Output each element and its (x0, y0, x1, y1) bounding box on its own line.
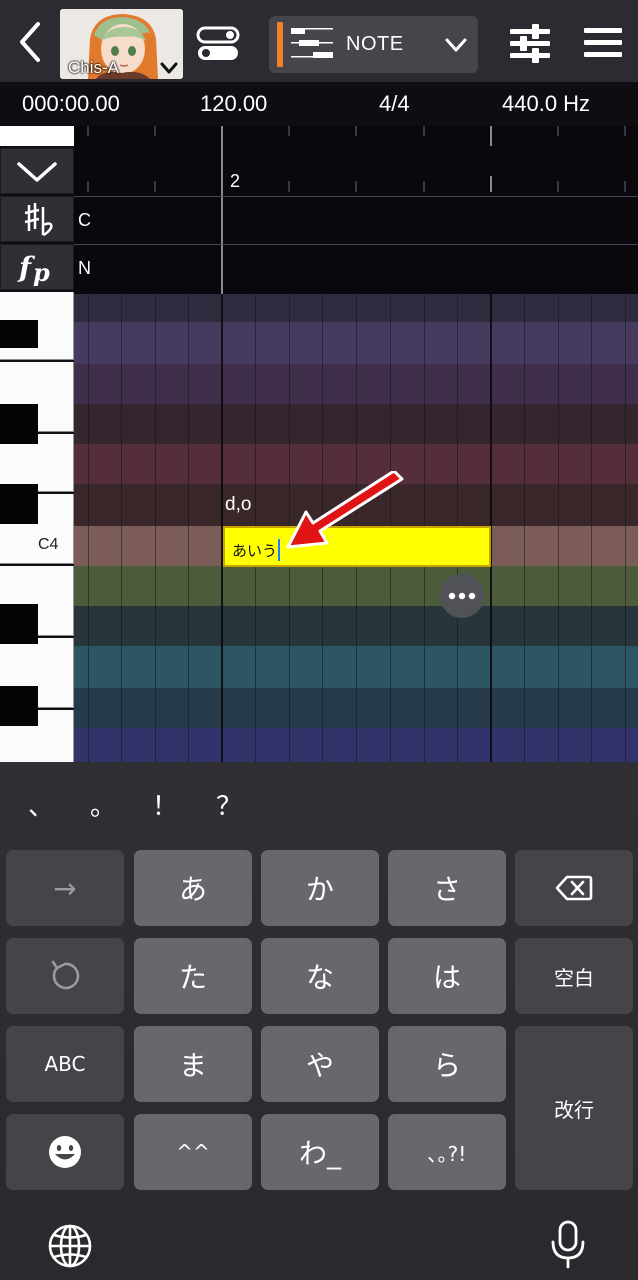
grid-line (88, 294, 89, 762)
backspace-key[interactable] (515, 850, 633, 926)
note-mode-icon (291, 28, 333, 58)
tempo-value[interactable]: 120.00 (200, 91, 267, 117)
abc-mode-key[interactable]: ABC (6, 1026, 124, 1102)
mode-label: NOTE (346, 33, 404, 55)
ruler (74, 126, 638, 294)
key-kaomoji[interactable]: ^^ (134, 1114, 252, 1190)
emoji-icon (49, 1136, 81, 1168)
chevron-down-icon (160, 62, 178, 74)
key-ra[interactable]: ら (388, 1026, 506, 1102)
key-ta[interactable]: た (134, 938, 252, 1014)
dynamics-row-value[interactable]: N (78, 258, 91, 279)
chevron-down-icon (445, 38, 467, 52)
candidate-comma[interactable]: 、 (28, 786, 54, 823)
key-row-value[interactable]: C (78, 210, 91, 231)
voicebank-name: Chis-A (68, 58, 120, 77)
chevron-down-icon (17, 162, 57, 182)
measure-number: 2 (230, 171, 241, 191)
key-na[interactable]: な (261, 938, 379, 1014)
pitch-reference[interactable]: 440.0 Hz (502, 91, 590, 117)
piano-black-key[interactable] (0, 404, 38, 444)
undo-icon (51, 960, 80, 990)
grid-line (121, 294, 122, 762)
globe-icon[interactable] (44, 1220, 96, 1272)
key-sa[interactable]: さ (388, 850, 506, 926)
mode-accent-bar (277, 22, 283, 67)
sliders-icon (510, 24, 550, 63)
key-punctuation[interactable]: ､｡?! (388, 1114, 506, 1190)
undo-key[interactable] (6, 938, 124, 1014)
backspace-icon (555, 875, 593, 901)
candidate-exclamation[interactable]: ！ (152, 786, 178, 823)
key-ya[interactable]: や (261, 1026, 379, 1102)
key-signature-button[interactable] (0, 196, 74, 242)
svg-text:p: p (33, 258, 50, 287)
key-wa[interactable]: わ_ (261, 1114, 379, 1190)
top-app-bar: Chis-A NOTE (0, 0, 638, 82)
toggle-switch[interactable] (195, 26, 241, 62)
note-lyric-input[interactable]: あいう (232, 539, 281, 561)
key-ha[interactable]: は (388, 938, 506, 1014)
more-options-button[interactable] (440, 574, 484, 618)
time-signature[interactable]: 4/4 (379, 91, 410, 117)
menu-button[interactable] (580, 22, 626, 64)
piano-black-key[interactable] (0, 320, 38, 348)
c4-key-label: C4 (38, 536, 59, 553)
emoji-key[interactable] (6, 1114, 124, 1190)
voicebank-selector[interactable]: Chis-A (60, 9, 183, 79)
grid-line (625, 294, 626, 762)
grid-line (558, 294, 559, 762)
sharp-flat-icon (24, 203, 53, 237)
piano-black-key[interactable] (0, 484, 38, 524)
space-key[interactable]: 空白 (515, 938, 633, 1014)
key-ka[interactable]: か (261, 850, 379, 926)
forte-piano-icon: f p (17, 251, 50, 287)
grid-line (188, 294, 189, 762)
back-button[interactable] (8, 14, 52, 70)
candidate-period[interactable]: 。 (90, 786, 116, 823)
piano-black-key[interactable] (0, 686, 38, 726)
grid-line (591, 294, 592, 762)
key-a[interactable]: あ (134, 850, 252, 926)
key-ma[interactable]: ま (134, 1026, 252, 1102)
piano-black-key[interactable] (0, 604, 38, 644)
piano-keyboard[interactable] (0, 292, 74, 762)
collapse-button[interactable] (0, 148, 74, 194)
piano-roll-editor[interactable]: 2 f p C N C4 d,o あいう (0, 126, 638, 762)
mixer-settings-button[interactable] (506, 20, 554, 68)
hamburger-menu-icon (584, 28, 622, 57)
playback-time[interactable]: 000:00.00 (22, 91, 120, 117)
arrow-right-key[interactable]: → (6, 850, 124, 926)
back-chevron-icon (20, 22, 40, 62)
red-arrow-annotation (286, 471, 404, 549)
return-key[interactable]: 改行 (515, 1026, 633, 1190)
toggle-icon (196, 26, 240, 60)
ellipsis-icon (448, 592, 476, 600)
grid-line (155, 294, 156, 762)
divider (74, 196, 638, 197)
japanese-flick-keyboard: 、 。 ！ ？ → あ か さ た な は 空白 ABC ま や ら 改行 ^^… (0, 762, 638, 1280)
edit-mode-dropdown[interactable]: NOTE (269, 16, 478, 73)
candidate-question[interactable]: ？ (216, 786, 242, 823)
transport-status-bar: 000:00.00 120.00 4/4 440.0 Hz (0, 82, 638, 126)
grid-line (524, 294, 525, 762)
microphone-icon[interactable] (548, 1218, 588, 1270)
phoneme-label: d,o (225, 494, 252, 515)
dynamics-button[interactable]: f p (0, 244, 74, 290)
divider (74, 244, 638, 245)
